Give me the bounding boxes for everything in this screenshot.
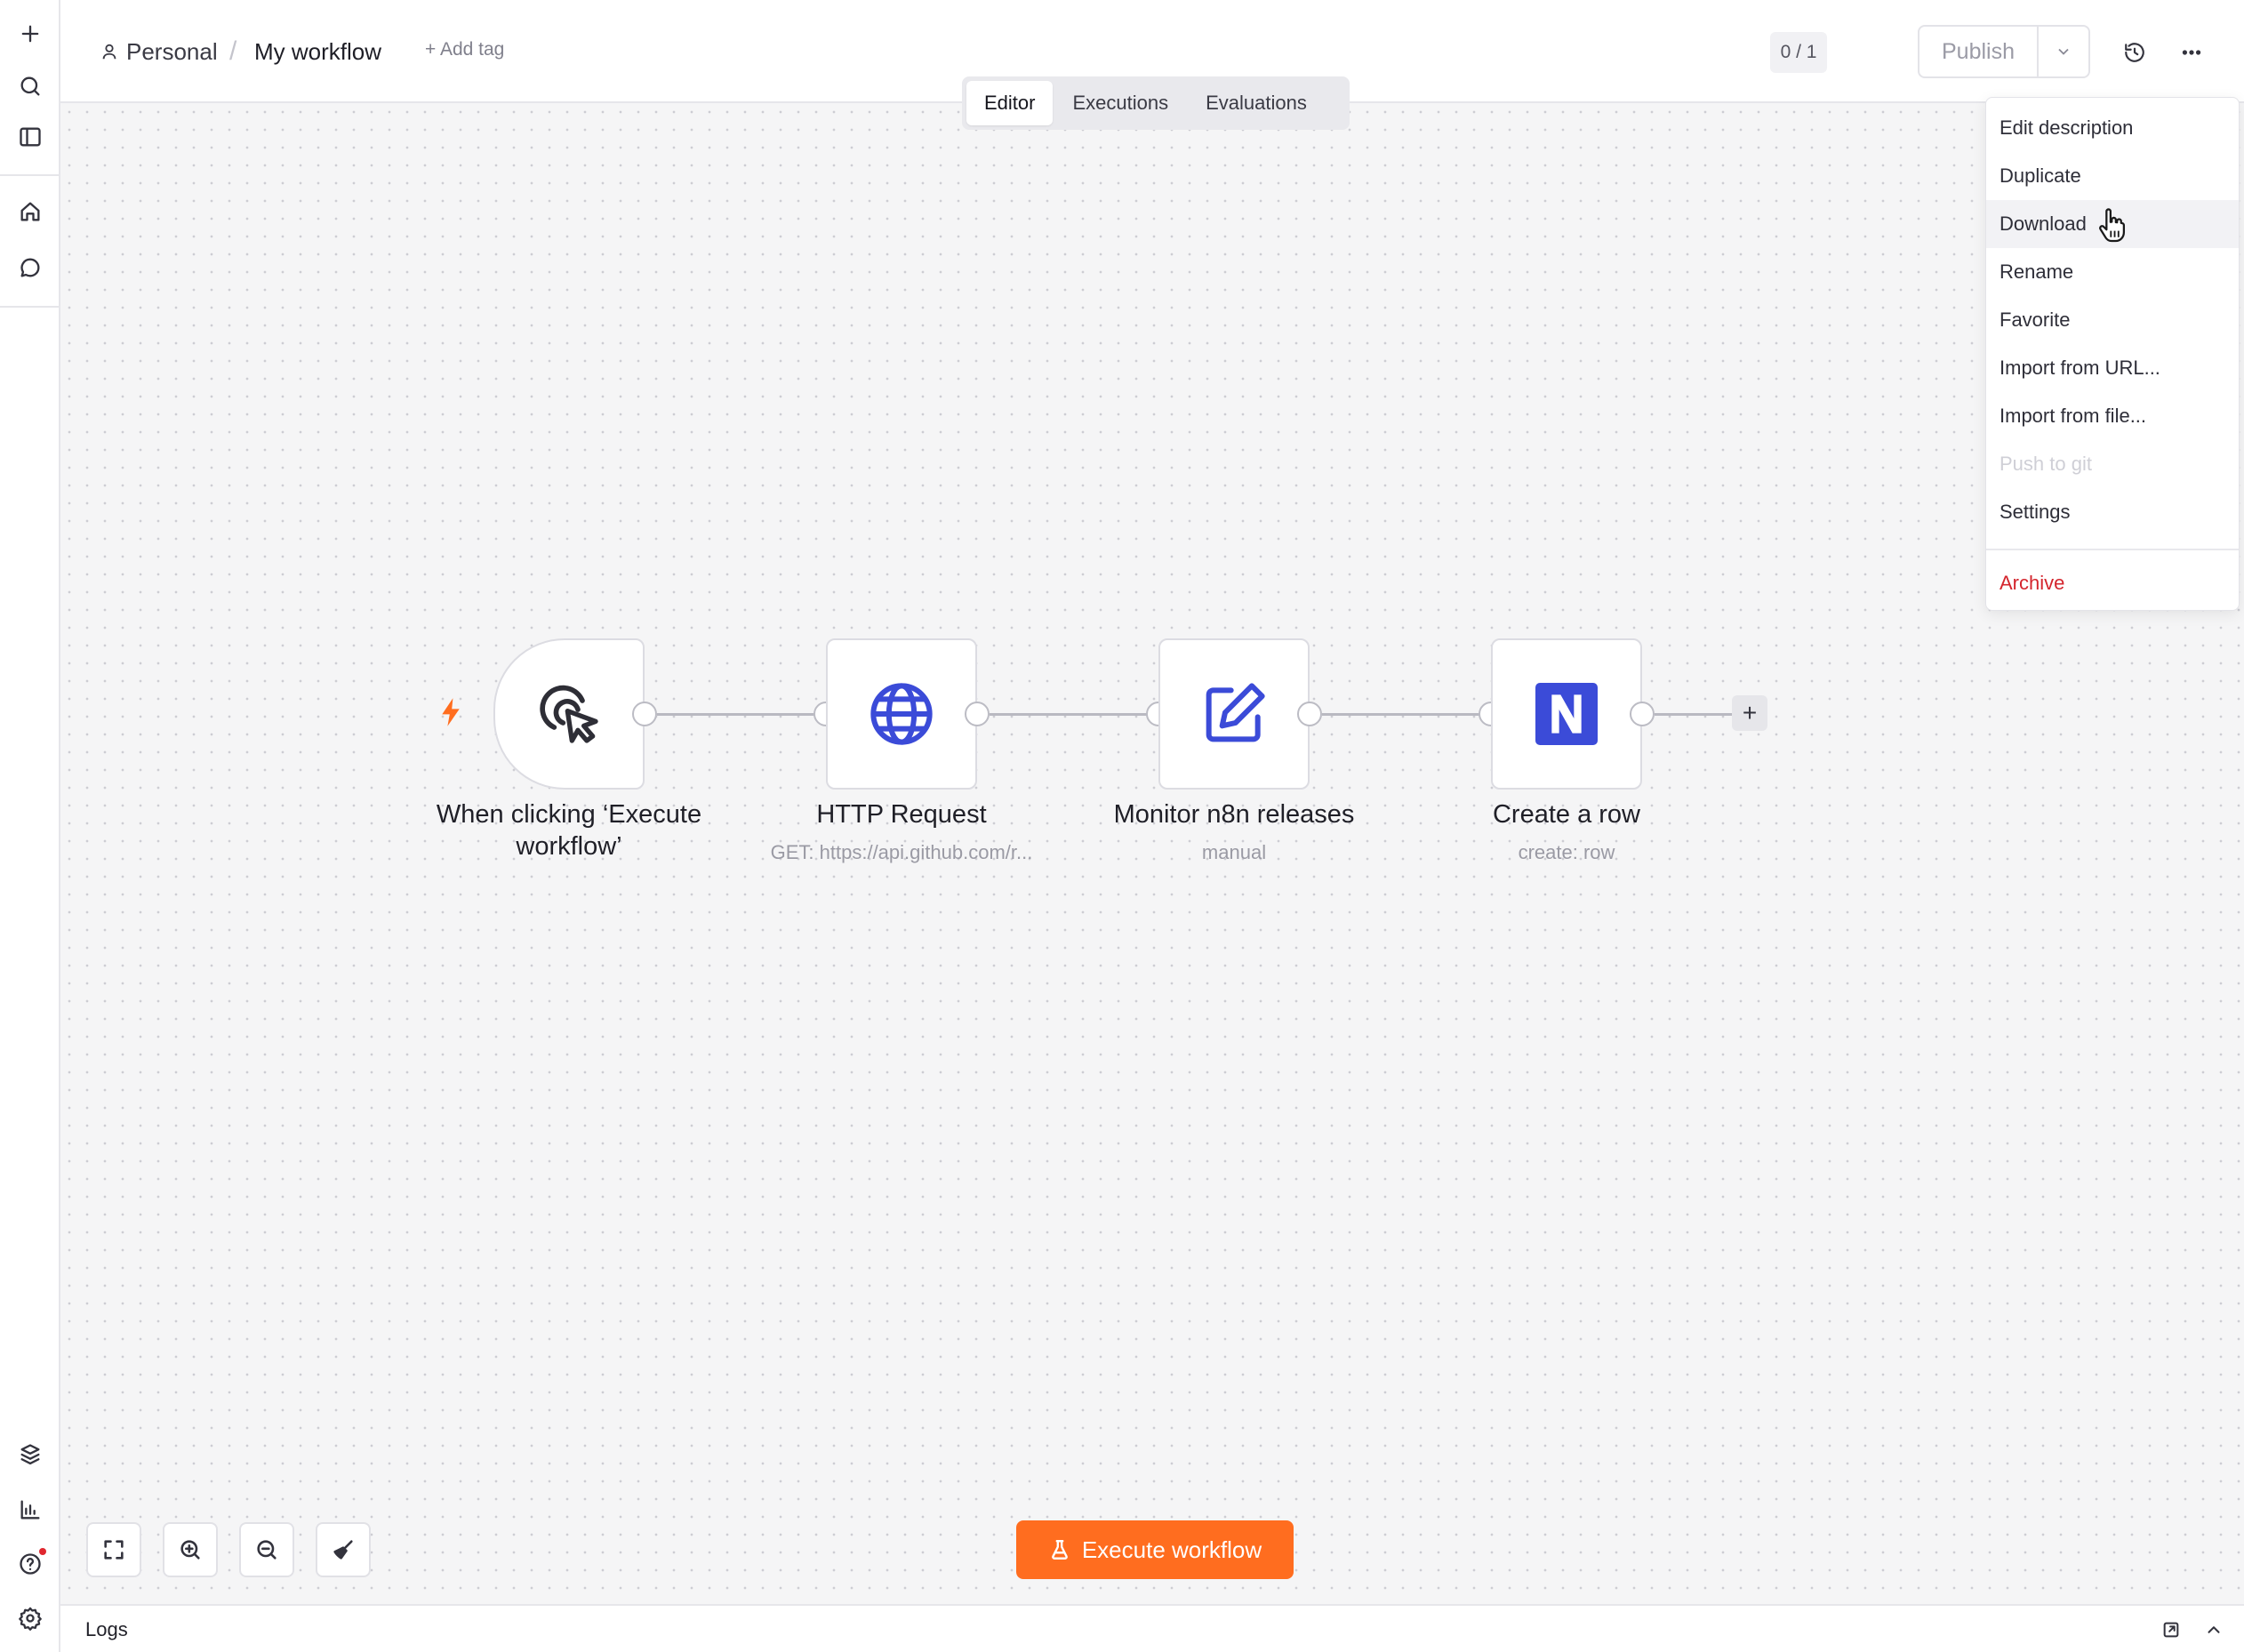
publish-options-button[interactable] — [2039, 27, 2088, 76]
plus-icon[interactable] — [11, 14, 50, 53]
menu-item-duplicate[interactable]: Duplicate — [1986, 152, 2239, 200]
node-monitor-releases[interactable] — [1158, 638, 1310, 790]
ellipsis-icon — [2182, 50, 2201, 55]
search-icon[interactable] — [11, 67, 50, 106]
pop-out-logs-button[interactable] — [2156, 1615, 2186, 1645]
zoom-in-button[interactable] — [163, 1522, 218, 1577]
tab-executions[interactable]: Executions — [1054, 81, 1186, 125]
notification-dot — [39, 1548, 46, 1555]
flask-icon — [1051, 1540, 1068, 1560]
tab-editor[interactable]: Editor — [966, 81, 1054, 125]
logs-panel-bar[interactable]: Logs — [60, 1604, 2244, 1652]
chevron-up-icon — [2208, 1626, 2220, 1633]
active-counter-badge: 0 / 1 — [1770, 32, 1827, 73]
pop-out-icon — [2163, 1622, 2179, 1638]
add-node-button[interactable]: + — [1732, 695, 1767, 731]
node-create-row[interactable] — [1491, 638, 1642, 790]
left-sidebar — [0, 0, 60, 1652]
execute-workflow-button[interactable]: Execute workflow — [1016, 1520, 1294, 1579]
zoom-out-button[interactable] — [239, 1522, 294, 1577]
node-output-port[interactable] — [632, 702, 657, 726]
node-title: HTTP Request — [816, 800, 987, 829]
menu-item-import-file[interactable]: Import from file... — [1986, 392, 2239, 440]
history-icon — [2125, 43, 2144, 62]
more-options-button[interactable] — [2171, 32, 2212, 73]
breadcrumb-separator: / — [229, 36, 237, 66]
add-tag-button[interactable]: + Add tag — [425, 39, 504, 60]
view-tabs: Editor Executions Evaluations — [962, 76, 1350, 130]
home-icon[interactable] — [11, 192, 50, 231]
menu-item-settings[interactable]: Settings — [1986, 488, 2239, 536]
breadcrumb-project[interactable]: Personal — [100, 36, 218, 68]
node-manual-trigger[interactable] — [493, 638, 645, 790]
version-history-button[interactable] — [2114, 32, 2155, 73]
expand-logs-button[interactable] — [2199, 1615, 2229, 1645]
zoom-out-icon — [257, 1540, 276, 1560]
workflow-title[interactable]: My workflow — [254, 36, 381, 68]
node-subtitle: GET: https://api.github.com/r... — [770, 841, 1033, 863]
templates-icon[interactable] — [11, 1435, 50, 1474]
node-output-port[interactable] — [1630, 702, 1655, 726]
hand-cursor-icon — [2099, 208, 2126, 243]
workflow-canvas[interactable]: When clicking ‘Execute workflow’ HTTP Re… — [60, 103, 2244, 1604]
insights-icon[interactable] — [11, 1490, 50, 1529]
connection-stub — [1655, 713, 1733, 716]
chevron-down-icon — [2058, 48, 2069, 55]
help-icon[interactable] — [11, 1544, 50, 1584]
node-output-port[interactable] — [965, 702, 990, 726]
menu-item-favorite[interactable]: Favorite — [1986, 296, 2239, 344]
node-http-request[interactable] — [826, 638, 977, 790]
chat-icon[interactable] — [11, 248, 50, 287]
publish-button[interactable]: Publish — [1919, 27, 2039, 76]
logs-label: Logs — [85, 1618, 128, 1640]
settings-gear-icon[interactable] — [11, 1599, 50, 1638]
menu-item-push-to-git: Push to git — [2000, 453, 2092, 475]
cursor-click-icon — [540, 685, 598, 743]
publish-button-group: Publish — [1918, 25, 2090, 78]
node-title: When clicking ‘Execute workflow’ — [436, 800, 702, 861]
zoom-in-icon — [180, 1540, 200, 1560]
sidebar-toggle-icon[interactable] — [11, 117, 50, 156]
node-title: Create a row — [1492, 800, 1640, 829]
broom-icon — [333, 1540, 353, 1560]
node-output-port[interactable] — [1297, 702, 1322, 726]
workflow-options-menu: Edit description Duplicate Download Rena… — [1985, 97, 2240, 611]
user-icon — [102, 44, 116, 60]
menu-divider — [1986, 549, 2239, 550]
node-title: Monitor n8n releases — [1113, 800, 1355, 829]
fit-view-button[interactable] — [86, 1522, 141, 1577]
notion-icon — [1535, 683, 1598, 745]
sidebar-divider — [0, 306, 59, 308]
edit-icon — [1206, 683, 1265, 742]
tidy-up-button[interactable] — [316, 1522, 371, 1577]
project-name: Personal — [126, 37, 218, 65]
node-subtitle: create: row — [1518, 841, 1615, 863]
menu-item-archive[interactable]: Archive — [1986, 559, 2239, 607]
menu-item-rename[interactable]: Rename — [1986, 248, 2239, 296]
sidebar-divider — [0, 174, 59, 176]
tab-evaluations[interactable]: Evaluations — [1188, 81, 1325, 125]
globe-icon — [870, 683, 933, 745]
execute-workflow-label: Execute workflow — [1081, 1536, 1262, 1563]
menu-item-edit-description[interactable]: Edit description — [1986, 104, 2239, 152]
node-subtitle: manual — [1201, 841, 1267, 863]
menu-item-import-url[interactable]: Import from URL... — [1986, 344, 2239, 392]
trigger-bolt-icon — [442, 698, 460, 726]
fullscreen-icon — [104, 1540, 124, 1560]
